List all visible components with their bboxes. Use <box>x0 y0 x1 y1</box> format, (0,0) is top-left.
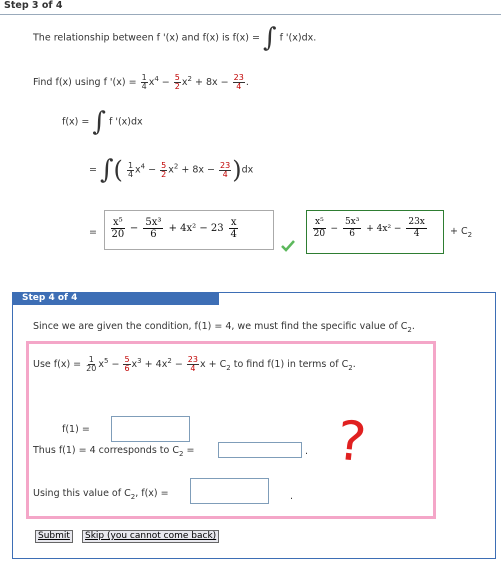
find-line: Find f(x) using f '(x) = 1 4 x4 − 5 2 x2 + 8… <box>33 73 249 91</box>
intro-line: The relationship between f '(x) and f(x)… <box>33 25 317 51</box>
integral-symbol: ∫ <box>92 107 106 137</box>
using-line: Using this value of C2, f(x) = <box>33 488 169 501</box>
fx-integral-line: f(x) = ∫ f '(x)dx <box>62 109 143 135</box>
f1-input[interactable] <box>111 416 190 442</box>
find-frac-1: 14 <box>140 73 148 91</box>
condition-line: Since we are given the condition, f(1) =… <box>33 321 415 334</box>
integral-symbol: ∫ <box>262 23 277 53</box>
intro-text: The relationship between f '(x) and f(x)… <box>33 32 260 44</box>
plus-constant: + C2 <box>450 226 473 239</box>
use-line: Use f(x) = 1 20 x5 − 5 6 x3 + 4x2 − 23 4 x + C… <box>33 355 356 373</box>
find-frac-4: 23 4 <box>232 73 245 91</box>
thus-end: . <box>305 446 309 457</box>
fx-label: f(x) = <box>62 116 90 128</box>
integral-expanded-line: = ∫( 1 4 x4 − 5 2 x2 + 8x − 23 4)dx <box>89 155 254 185</box>
step4-header: Step 4 of 4 <box>12 292 219 305</box>
skip-button[interactable]: Skip (you cannot come back) <box>82 530 220 543</box>
step3-header: Step 3 of 4 <box>4 0 63 11</box>
answer-eq-sign: = <box>89 227 97 238</box>
rendered-answer-box: x⁵ 20 − 5x³ 6 + 4x² − 23x 4 <box>306 210 444 254</box>
using-end: . <box>290 491 294 502</box>
thus-line: Thus f(1) = 4 corresponds to C2 = <box>33 445 195 458</box>
c2-input[interactable] <box>218 442 302 458</box>
step3-header-rule <box>0 14 501 15</box>
checkmark-icon <box>281 240 295 255</box>
intro-integrand: f '(x)dx. <box>279 32 317 44</box>
answer-input-box[interactable]: x⁵ 20 − 5x³ 6 + 4x² − 23 x4 <box>104 210 274 250</box>
fx-final-input[interactable] <box>190 478 269 504</box>
find-frac-2: 52 <box>173 73 181 91</box>
f1-label: f(1) = <box>62 424 90 435</box>
find-label: Find f(x) using f '(x) = <box>33 77 137 88</box>
fx-integrand: f '(x)dx <box>108 116 143 128</box>
submit-button[interactable]: Submit <box>35 530 73 543</box>
integral-symbol: ∫ <box>100 155 114 185</box>
